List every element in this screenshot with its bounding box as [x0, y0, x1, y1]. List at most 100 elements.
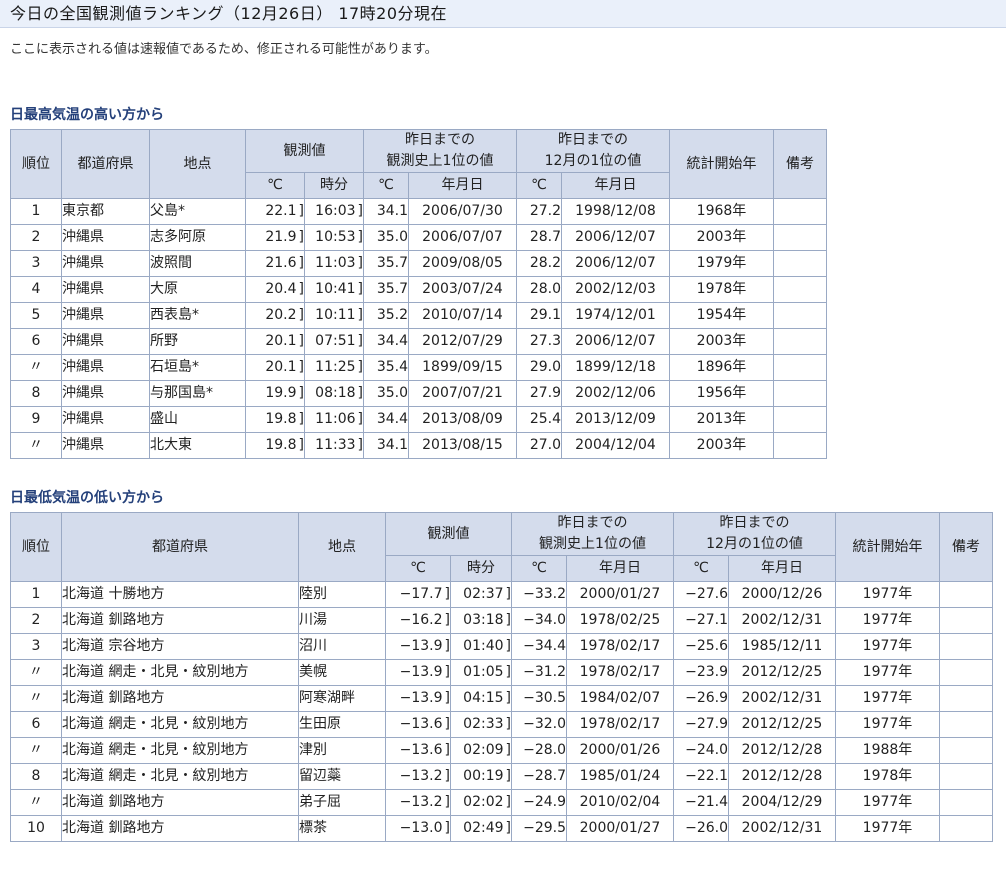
- header-record-alltime-line2: 観測史上1位の値: [539, 536, 646, 552]
- cell-december-date-text: 2004/12/29: [741, 794, 823, 810]
- cell-alltime-date: 2006/07/30: [408, 198, 517, 225]
- cell-start-year: 1977年: [835, 581, 940, 608]
- header-prefecture: 都道府県: [61, 129, 150, 199]
- cell-december-date-text: 1974/12/01: [575, 307, 656, 323]
- cell-alltime-value: −24.9: [511, 789, 567, 816]
- cell-december-value: 29.0: [516, 354, 562, 381]
- cell-point: 生田原: [298, 711, 386, 738]
- header-point: 地点: [149, 129, 246, 199]
- cell-start-year-text: 1968年: [696, 203, 747, 219]
- cell-december-date: 2013/12/09: [561, 406, 670, 433]
- cell-start-year-text: 2003年: [696, 437, 747, 453]
- cell-alltime-date-text: 2006/07/07: [422, 229, 503, 245]
- cell-start-year: 1977年: [835, 633, 940, 660]
- cell-december-value-text: 28.0: [529, 281, 561, 297]
- cell-prefecture: 沖縄県: [61, 224, 150, 251]
- header-december-unit: ℃: [673, 555, 729, 582]
- cell-december-date-text: 1985/12/11: [741, 638, 823, 654]
- cell-alltime-date-text: 2000/01/27: [579, 820, 661, 836]
- cell-december-date-text: 2002/12/03: [575, 281, 656, 297]
- cell-alltime-value-text: −28.0: [523, 742, 566, 758]
- cell-time-text: 02:37: [463, 586, 504, 602]
- cell-alltime-value-text: 35.0: [376, 229, 408, 245]
- cell-time-text: 02:02: [463, 794, 504, 810]
- cell-prefecture-text: 沖縄県: [62, 411, 105, 427]
- cell-alltime-date-text: 2003/07/24: [422, 281, 503, 297]
- cell-remarks: [939, 789, 993, 816]
- cell-remarks: [773, 198, 827, 225]
- cell-value: 19.8]: [245, 432, 305, 459]
- cell-prefecture-text: 沖縄県: [62, 333, 105, 349]
- cell-start-year: 1978年: [835, 763, 940, 790]
- cell-time-text: 01:40: [463, 638, 504, 654]
- cell-rank: 〃: [10, 685, 62, 712]
- cell-remarks: [939, 763, 993, 790]
- cell-time-text: 01:05: [463, 664, 504, 680]
- cell-alltime-date-text: 2000/01/27: [579, 586, 661, 602]
- cell-prefecture: 沖縄県: [61, 276, 150, 303]
- cell-point-text: 盛山: [150, 411, 179, 427]
- cell-value-text: −13.6: [399, 742, 443, 758]
- cell-prefecture-text: 北海道 釧路地方: [62, 612, 165, 628]
- cell-time-text: 08:18: [315, 385, 356, 401]
- table-row: 〃沖縄県 石垣島* 20.1] 11:25] 35.4 1899/09/15 29.0 189…: [10, 354, 827, 381]
- header-rank: 順位: [10, 512, 62, 582]
- cell-remarks: [939, 685, 993, 712]
- cell-rank: 6: [10, 328, 62, 355]
- quality-flag: ]: [357, 437, 363, 453]
- cell-value: −17.7]: [385, 581, 451, 608]
- cell-prefecture: 北海道 網走・北見・紋別地方: [61, 763, 299, 790]
- cell-value-text: −16.2: [399, 612, 443, 628]
- cell-time: 10:11]: [304, 302, 364, 329]
- cell-prefecture: 北海道 釧路地方: [61, 685, 299, 712]
- cell-prefecture-text: 北海道 網走・北見・紋別地方: [62, 742, 249, 758]
- cell-point: 西表島*: [149, 302, 246, 329]
- cell-december-date: 2012/12/25: [728, 659, 836, 686]
- cell-time-text: 10:53: [315, 229, 356, 245]
- cell-time: 11:03]: [304, 250, 364, 277]
- header-value-time: 時分: [304, 172, 364, 199]
- cell-point: 波照間: [149, 250, 246, 277]
- cell-december-value-text: 27.3: [529, 333, 561, 349]
- header-december-date: 年月日: [561, 172, 670, 199]
- section-heading-max-temp: 日最高気温の高い方から: [10, 107, 164, 123]
- cell-alltime-value-text: 34.4: [376, 333, 408, 349]
- cell-alltime-value: 35.0: [363, 380, 409, 407]
- cell-rank-text: 〃: [29, 690, 43, 706]
- cell-alltime-date-text: 2000/01/26: [579, 742, 661, 758]
- header-start-year: 統計開始年: [835, 512, 940, 582]
- header-record-alltime: 昨日までの 観測史上1位の値: [511, 512, 674, 556]
- cell-start-year-text: 1977年: [862, 716, 913, 732]
- cell-rank: 8: [10, 380, 62, 407]
- cell-start-year-text: 1977年: [862, 794, 913, 810]
- cell-point: 石垣島*: [149, 354, 246, 381]
- cell-value-text: −13.9: [399, 664, 443, 680]
- cell-value: −13.0]: [385, 815, 451, 842]
- header-record-december: 昨日までの 12月の1位の値: [673, 512, 836, 556]
- cell-value: 20.1]: [245, 354, 305, 381]
- quality-flag: ]: [505, 716, 511, 732]
- cell-prefecture-text: 沖縄県: [62, 229, 105, 245]
- cell-start-year-text: 1978年: [696, 281, 747, 297]
- cell-december-value-text: −21.4: [685, 794, 728, 810]
- cell-remarks: [773, 250, 827, 277]
- cell-december-value-text: −27.6: [685, 586, 728, 602]
- cell-rank: 1: [10, 198, 62, 225]
- cell-december-value-text: −24.0: [685, 742, 728, 758]
- cell-start-year: 2013年: [669, 406, 774, 433]
- cell-time-text: 02:33: [463, 716, 504, 732]
- cell-value-text: 20.4: [265, 281, 297, 297]
- cell-alltime-value: 35.7: [363, 250, 409, 277]
- cell-rank: 〃: [10, 659, 62, 686]
- cell-alltime-value-text: −32.0: [523, 716, 566, 732]
- cell-rank-text: 2: [31, 229, 41, 245]
- quality-flag: ]: [505, 586, 511, 602]
- cell-prefecture: 沖縄県: [61, 380, 150, 407]
- cell-december-value: −21.4: [673, 789, 729, 816]
- cell-start-year: 1977年: [835, 711, 940, 738]
- cell-remarks: [773, 224, 827, 251]
- cell-point: 大原: [149, 276, 246, 303]
- cell-alltime-date: 1978/02/25: [566, 607, 674, 634]
- quality-flag: ]: [298, 203, 304, 219]
- cell-december-date: 2006/12/07: [561, 328, 670, 355]
